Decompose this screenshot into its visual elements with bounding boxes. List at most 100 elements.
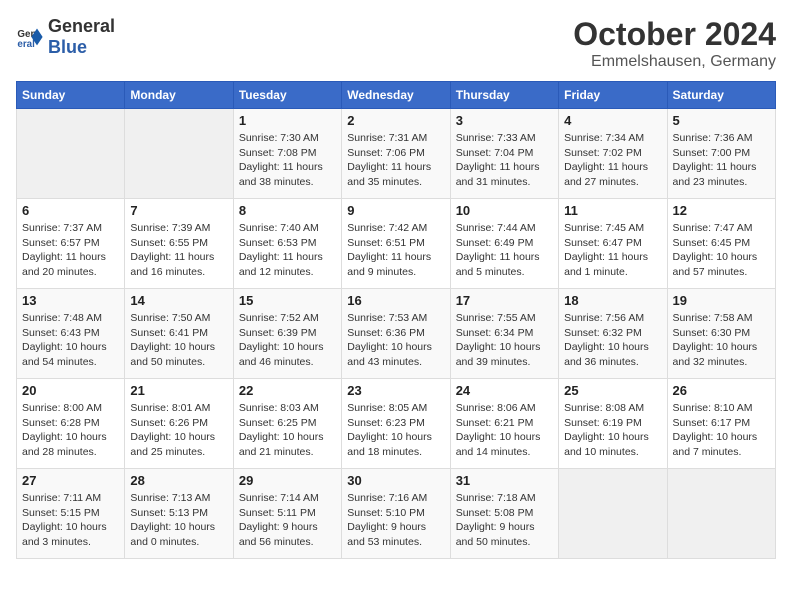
daylight: Daylight: 11 hours and 31 minutes.	[456, 161, 540, 188]
daylight: Daylight: 10 hours and 50 minutes.	[130, 341, 215, 368]
calendar-day-cell: 20 Sunrise: 8:00 AM Sunset: 6:28 PM Dayl…	[17, 379, 125, 469]
sunrise: Sunrise: 7:50 AM	[130, 312, 210, 324]
day-number: 18	[564, 293, 661, 308]
day-info: Sunrise: 7:48 AM Sunset: 6:43 PM Dayligh…	[22, 311, 119, 370]
day-number: 25	[564, 383, 661, 398]
daylight: Daylight: 11 hours and 20 minutes.	[22, 251, 106, 278]
daylight: Daylight: 11 hours and 38 minutes.	[239, 161, 323, 188]
day-number: 23	[347, 383, 444, 398]
location-title: Emmelshausen, Germany	[573, 53, 776, 71]
calendar-day-cell: 4 Sunrise: 7:34 AM Sunset: 7:02 PM Dayli…	[559, 109, 667, 199]
daylight: Daylight: 10 hours and 10 minutes.	[564, 431, 649, 458]
sunset: Sunset: 6:57 PM	[22, 237, 100, 249]
sunset: Sunset: 6:49 PM	[456, 237, 534, 249]
weekday-header: Friday	[559, 82, 667, 109]
day-number: 7	[130, 203, 227, 218]
day-number: 4	[564, 113, 661, 128]
day-number: 10	[456, 203, 553, 218]
daylight: Daylight: 9 hours and 53 minutes.	[347, 521, 426, 548]
sunrise: Sunrise: 7:11 AM	[22, 492, 101, 504]
sunrise: Sunrise: 7:44 AM	[456, 222, 536, 234]
day-info: Sunrise: 7:34 AM Sunset: 7:02 PM Dayligh…	[564, 131, 661, 190]
day-info: Sunrise: 8:01 AM Sunset: 6:26 PM Dayligh…	[130, 401, 227, 460]
day-info: Sunrise: 7:40 AM Sunset: 6:53 PM Dayligh…	[239, 221, 336, 280]
sunrise: Sunrise: 7:36 AM	[673, 132, 753, 144]
sunrise: Sunrise: 7:16 AM	[347, 492, 427, 504]
calendar-day-cell: 26 Sunrise: 8:10 AM Sunset: 6:17 PM Dayl…	[667, 379, 775, 469]
daylight: Daylight: 9 hours and 50 minutes.	[456, 521, 535, 548]
sunrise: Sunrise: 8:03 AM	[239, 402, 319, 414]
sunset: Sunset: 5:15 PM	[22, 507, 100, 519]
day-number: 5	[673, 113, 770, 128]
daylight: Daylight: 10 hours and 43 minutes.	[347, 341, 432, 368]
day-number: 29	[239, 473, 336, 488]
day-number: 26	[673, 383, 770, 398]
daylight: Daylight: 9 hours and 56 minutes.	[239, 521, 318, 548]
day-number: 9	[347, 203, 444, 218]
day-number: 15	[239, 293, 336, 308]
sunrise: Sunrise: 7:52 AM	[239, 312, 319, 324]
sunset: Sunset: 6:43 PM	[22, 327, 100, 339]
sunrise: Sunrise: 8:10 AM	[673, 402, 753, 414]
sunrise: Sunrise: 8:01 AM	[130, 402, 210, 414]
day-number: 12	[673, 203, 770, 218]
calendar-day-cell: 3 Sunrise: 7:33 AM Sunset: 7:04 PM Dayli…	[450, 109, 558, 199]
daylight: Daylight: 10 hours and 28 minutes.	[22, 431, 107, 458]
sunrise: Sunrise: 7:31 AM	[347, 132, 427, 144]
calendar-table: SundayMondayTuesdayWednesdayThursdayFrid…	[16, 81, 776, 559]
calendar-day-cell: 22 Sunrise: 8:03 AM Sunset: 6:25 PM Dayl…	[233, 379, 341, 469]
sunset: Sunset: 6:26 PM	[130, 417, 208, 429]
sunrise: Sunrise: 7:14 AM	[239, 492, 319, 504]
day-info: Sunrise: 7:11 AM Sunset: 5:15 PM Dayligh…	[22, 491, 119, 550]
sunset: Sunset: 6:41 PM	[130, 327, 208, 339]
day-number: 24	[456, 383, 553, 398]
calendar-day-cell: 27 Sunrise: 7:11 AM Sunset: 5:15 PM Dayl…	[17, 469, 125, 559]
sunset: Sunset: 6:17 PM	[673, 417, 751, 429]
sunset: Sunset: 5:10 PM	[347, 507, 425, 519]
day-info: Sunrise: 7:52 AM Sunset: 6:39 PM Dayligh…	[239, 311, 336, 370]
daylight: Daylight: 11 hours and 23 minutes.	[673, 161, 757, 188]
weekday-header: Monday	[125, 82, 233, 109]
day-info: Sunrise: 7:37 AM Sunset: 6:57 PM Dayligh…	[22, 221, 119, 280]
logo-general: General	[48, 16, 115, 36]
sunset: Sunset: 5:11 PM	[239, 507, 316, 519]
daylight: Daylight: 10 hours and 21 minutes.	[239, 431, 324, 458]
day-info: Sunrise: 7:36 AM Sunset: 7:00 PM Dayligh…	[673, 131, 770, 190]
calendar-day-cell: 7 Sunrise: 7:39 AM Sunset: 6:55 PM Dayli…	[125, 199, 233, 289]
sunrise: Sunrise: 7:13 AM	[130, 492, 210, 504]
daylight: Daylight: 10 hours and 39 minutes.	[456, 341, 541, 368]
daylight: Daylight: 10 hours and 57 minutes.	[673, 251, 758, 278]
calendar-day-cell: 23 Sunrise: 8:05 AM Sunset: 6:23 PM Dayl…	[342, 379, 450, 469]
day-number: 14	[130, 293, 227, 308]
sunrise: Sunrise: 7:56 AM	[564, 312, 644, 324]
sunrise: Sunrise: 7:55 AM	[456, 312, 536, 324]
day-info: Sunrise: 7:50 AM Sunset: 6:41 PM Dayligh…	[130, 311, 227, 370]
sunset: Sunset: 6:47 PM	[564, 237, 642, 249]
sunrise: Sunrise: 8:00 AM	[22, 402, 102, 414]
sunrise: Sunrise: 7:48 AM	[22, 312, 102, 324]
sunset: Sunset: 6:45 PM	[673, 237, 751, 249]
calendar-week-row: 13 Sunrise: 7:48 AM Sunset: 6:43 PM Dayl…	[17, 289, 776, 379]
calendar-day-cell: 24 Sunrise: 8:06 AM Sunset: 6:21 PM Dayl…	[450, 379, 558, 469]
day-number: 17	[456, 293, 553, 308]
calendar-day-cell: 29 Sunrise: 7:14 AM Sunset: 5:11 PM Dayl…	[233, 469, 341, 559]
daylight: Daylight: 11 hours and 9 minutes.	[347, 251, 431, 278]
logo-icon: Gen eral	[16, 23, 44, 51]
day-info: Sunrise: 7:30 AM Sunset: 7:08 PM Dayligh…	[239, 131, 336, 190]
page-header: Gen eral General Blue October 2024 Emmel…	[16, 16, 776, 71]
daylight: Daylight: 11 hours and 35 minutes.	[347, 161, 431, 188]
day-info: Sunrise: 7:16 AM Sunset: 5:10 PM Dayligh…	[347, 491, 444, 550]
day-info: Sunrise: 7:33 AM Sunset: 7:04 PM Dayligh…	[456, 131, 553, 190]
calendar-day-cell: 30 Sunrise: 7:16 AM Sunset: 5:10 PM Dayl…	[342, 469, 450, 559]
sunset: Sunset: 5:13 PM	[130, 507, 208, 519]
sunset: Sunset: 6:51 PM	[347, 237, 425, 249]
daylight: Daylight: 10 hours and 25 minutes.	[130, 431, 215, 458]
day-number: 3	[456, 113, 553, 128]
sunrise: Sunrise: 7:53 AM	[347, 312, 427, 324]
sunset: Sunset: 6:25 PM	[239, 417, 317, 429]
day-number: 16	[347, 293, 444, 308]
sunset: Sunset: 6:28 PM	[22, 417, 100, 429]
daylight: Daylight: 10 hours and 18 minutes.	[347, 431, 432, 458]
day-info: Sunrise: 7:13 AM Sunset: 5:13 PM Dayligh…	[130, 491, 227, 550]
calendar-day-cell	[17, 109, 125, 199]
